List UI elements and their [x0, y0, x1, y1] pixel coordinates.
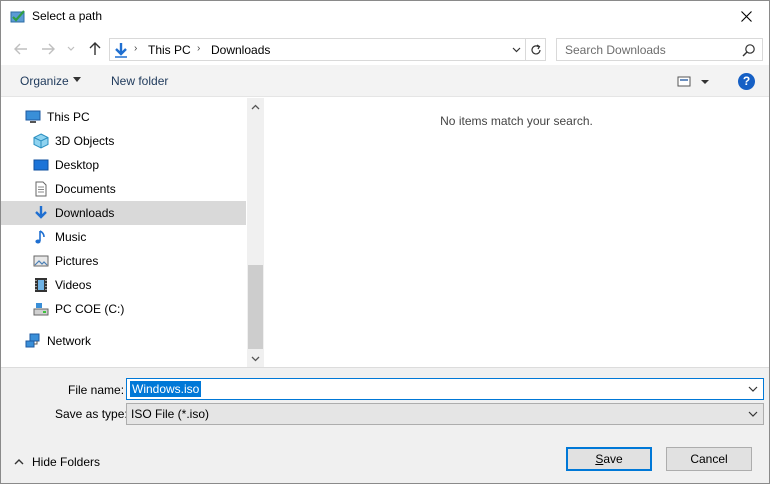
scroll-up-button[interactable]: [247, 98, 264, 115]
forward-button[interactable]: [39, 40, 57, 58]
sidebar-item-label: Videos: [55, 278, 92, 292]
sidebar-item-label: Pictures: [55, 254, 99, 268]
film-icon: [33, 277, 49, 293]
sidebar-item-label: PC COE (C:): [55, 302, 125, 316]
arrow-up-icon: [89, 42, 101, 55]
desktop-icon: [33, 157, 49, 173]
hide-folders-label: Hide Folders: [32, 455, 101, 469]
search-input[interactable]: Search Downloads: [556, 38, 763, 61]
chevron-right-icon: ›: [134, 43, 138, 54]
navigation-pane: This PC 3D Objects Desktop Documents Dow…: [1, 98, 264, 367]
savetype-value: ISO File (*.iso): [131, 407, 210, 421]
chevron-down-icon: [746, 407, 760, 421]
chevron-down-icon: [251, 356, 260, 361]
picture-icon: [33, 253, 49, 269]
refresh-icon: [531, 43, 541, 54]
empty-message: No items match your search.: [440, 114, 593, 128]
cancel-button[interactable]: Cancel: [666, 447, 752, 471]
arrow-right-icon: [42, 43, 55, 55]
back-button[interactable]: [12, 40, 30, 58]
filename-dropdown-button[interactable]: [746, 382, 760, 396]
scrollbar-thumb[interactable]: [248, 265, 263, 349]
computer-icon: [25, 109, 41, 125]
savetype-select[interactable]: ISO File (*.iso): [126, 403, 764, 425]
sidebar-item-drive-c[interactable]: PC COE (C:): [1, 297, 246, 321]
save-dialog: Select a path › This PC › Downloads Sear…: [0, 0, 770, 484]
arrow-left-icon: [14, 43, 27, 55]
download-icon: [33, 205, 49, 221]
sidebar-item-label: 3D Objects: [55, 134, 115, 148]
save-panel: File name: Windows.iso Save as type: ISO…: [1, 367, 769, 483]
chevron-down-icon: [512, 47, 520, 52]
command-bar: Organize New folder ?: [1, 65, 769, 97]
chevron-right-icon: ›: [197, 43, 201, 54]
app-icon: [10, 8, 26, 24]
change-view-button[interactable]: [677, 74, 711, 90]
sidebar-item-label: Network: [47, 334, 92, 348]
filename-value: Windows.iso: [130, 381, 202, 397]
close-icon: [740, 11, 752, 22]
chevron-down-icon: [67, 46, 75, 51]
sidebar-item-documents[interactable]: Documents: [1, 177, 246, 201]
drive-icon: [33, 301, 49, 317]
sidebar-item-label: Downloads: [55, 206, 115, 220]
new-folder-button[interactable]: New folder: [111, 74, 168, 88]
search-icon[interactable]: [742, 43, 756, 57]
breadcrumb-downloads[interactable]: Downloads: [211, 43, 270, 57]
breadcrumb-this-pc[interactable]: This PC: [148, 43, 191, 57]
network-icon: [25, 333, 41, 349]
refresh-button[interactable]: [525, 39, 546, 60]
document-icon: [33, 181, 49, 197]
address-dropdown-button[interactable]: [506, 39, 526, 60]
address-bar[interactable]: › This PC › Downloads: [109, 38, 546, 61]
help-icon[interactable]: ?: [738, 73, 755, 90]
navigation-scrollbar[interactable]: [247, 98, 264, 367]
sidebar-item-label: Documents: [55, 182, 116, 196]
organize-button[interactable]: Organize: [20, 74, 69, 88]
savetype-label: Save as type:: [55, 407, 128, 421]
sidebar-item-label: Desktop: [55, 158, 100, 172]
file-list[interactable]: No items match your search.: [264, 98, 769, 367]
view-icon: [677, 76, 709, 87]
recent-locations-button[interactable]: [65, 40, 77, 58]
sidebar-item-pictures[interactable]: Pictures: [1, 249, 246, 273]
sidebar-item-network[interactable]: Network: [1, 329, 246, 353]
music-note-icon: [33, 229, 49, 245]
filename-field[interactable]: Windows.iso: [126, 378, 764, 400]
chevron-up-icon: [251, 104, 260, 109]
navigation-bar: › This PC › Downloads Search Downloads: [1, 32, 769, 65]
search-placeholder: Search Downloads: [565, 43, 666, 57]
sidebar-item-music[interactable]: Music: [1, 225, 246, 249]
title-bar: Select a path: [1, 1, 769, 32]
download-icon: [112, 41, 130, 59]
sidebar-item-3d-objects[interactable]: 3D Objects: [1, 129, 246, 153]
scroll-down-button[interactable]: [247, 350, 264, 367]
sidebar-item-this-pc[interactable]: This PC: [1, 105, 246, 129]
sidebar-item-videos[interactable]: Videos: [1, 273, 246, 297]
chevron-down-icon: [748, 386, 758, 392]
chevron-up-icon: [14, 459, 24, 465]
sidebar-item-desktop[interactable]: Desktop: [1, 153, 246, 177]
window-title: Select a path: [32, 9, 103, 23]
sidebar-item-downloads[interactable]: Downloads: [1, 201, 246, 225]
save-button[interactable]: Save: [566, 447, 652, 471]
sidebar-item-label: This PC: [47, 110, 90, 124]
cube-icon: [33, 133, 49, 149]
close-button[interactable]: [723, 1, 769, 32]
up-button[interactable]: [86, 40, 104, 58]
filename-label: File name:: [68, 383, 125, 397]
sidebar-item-label: Music: [55, 230, 87, 244]
caret-down-icon: [73, 77, 81, 82]
